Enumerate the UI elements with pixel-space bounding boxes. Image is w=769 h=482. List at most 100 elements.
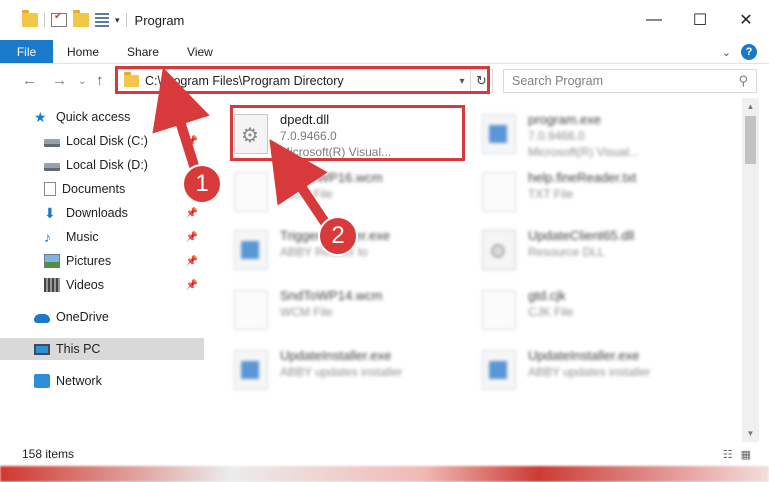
view-toggle: ☷ ▦: [723, 448, 751, 461]
sidebar-item-pictures[interactable]: Pictures 📌: [0, 250, 204, 272]
scroll-up-icon[interactable]: ▲: [742, 98, 759, 115]
forward-arrow-icon[interactable]: →: [52, 72, 67, 89]
sidebar-item-music[interactable]: ♪ Music 📌: [0, 226, 204, 248]
sidebar-item-label: Local Disk (C:): [66, 134, 148, 148]
up-arrow-icon[interactable]: ↑: [96, 72, 104, 89]
file-description: ABBY updates installer: [528, 365, 651, 379]
file-item[interactable]: UpdateInstaller.exe ABBY updates install…: [482, 342, 722, 398]
file-item[interactable]: SndToWP16.wcm WCM File: [234, 164, 474, 220]
step-callout-2: 2: [318, 216, 358, 256]
recent-locations-chevron-icon[interactable]: ⌄: [78, 76, 86, 87]
sidebar-item-this-pc[interactable]: This PC: [0, 338, 204, 360]
file-item[interactable]: UpdateClient65.dll Resource DLL: [482, 222, 722, 278]
large-icons-view-icon[interactable]: ▦: [741, 448, 751, 461]
file-type: TXT File: [528, 187, 574, 201]
tab-file[interactable]: File: [0, 40, 53, 63]
ribbon-right-controls: ⌄ ?: [722, 44, 757, 60]
new-folder-icon[interactable]: [73, 10, 89, 27]
customize-toolbar-chevron-icon[interactable]: ▾: [115, 15, 120, 26]
sidebar-item-label: Downloads: [66, 206, 128, 220]
pin-icon[interactable]: 📌: [186, 280, 198, 291]
file-name: gtd.cjk: [528, 288, 566, 303]
file-description: Microsoft(R) Visual...: [528, 145, 640, 159]
navigation-pane: ★ Quick access Local Disk (C:) 📌 Local D…: [0, 104, 210, 440]
file-name: SndToWP16.wcm: [280, 170, 383, 185]
sidebar-item-documents[interactable]: Documents: [0, 178, 204, 200]
sidebar-item-onedrive[interactable]: OneDrive: [0, 306, 204, 328]
search-icon[interactable]: ⚲: [738, 73, 748, 89]
maximize-button[interactable]: ☐: [677, 0, 723, 40]
tab-share[interactable]: Share: [113, 40, 173, 63]
file-version: 7.0.9466.0: [528, 129, 585, 143]
back-arrow-icon[interactable]: ←: [22, 72, 37, 89]
sidebar-item-quick-access[interactable]: ★ Quick access: [0, 106, 204, 128]
sidebar-item-label: Quick access: [56, 110, 131, 124]
close-button[interactable]: ✕: [723, 0, 769, 40]
pin-icon[interactable]: 📌: [186, 232, 198, 243]
scrollbar-thumb[interactable]: [745, 116, 756, 164]
pictures-icon: [44, 254, 60, 268]
downloads-icon: ⬇: [44, 205, 56, 221]
pin-icon[interactable]: 📌: [186, 136, 198, 147]
vertical-scrollbar[interactable]: ▲ ▼: [742, 98, 759, 442]
separator: [125, 13, 127, 27]
exe-file-icon: [482, 114, 516, 154]
file-name: program.exe: [528, 112, 601, 127]
quick-access-toolbar: ▾: [0, 0, 127, 40]
status-bar: 158 items ☷ ▦: [0, 442, 769, 466]
sidebar-item-label: Pictures: [66, 254, 112, 268]
ribbon-tabs: File Home Share View ⌄ ?: [0, 40, 769, 64]
window-controls: — ☐ ✕: [631, 0, 769, 40]
expand-ribbon-chevron-icon[interactable]: ⌄: [722, 46, 731, 59]
document-file-icon: [234, 172, 268, 212]
file-name: UpdateInstaller.exe: [280, 348, 392, 363]
file-name: UpdateClient65.dll: [528, 228, 635, 243]
file-description: ABBY updates installer: [280, 365, 403, 379]
search-placeholder: Search Program: [512, 74, 604, 88]
sidebar-item-label: Music: [66, 230, 99, 244]
file-name: UpdateInstaller.exe: [528, 348, 640, 363]
step-callout-1: 1: [182, 164, 222, 204]
file-item[interactable]: help.fineReader.txt TXT File: [482, 164, 722, 220]
help-icon[interactable]: ?: [741, 44, 757, 60]
item-count: 158 items: [22, 447, 75, 461]
dll-file-highlight: [230, 105, 465, 161]
file-item[interactable]: program.exe 7.0.9466.0 Microsoft(R) Visu…: [482, 106, 722, 162]
separator: [44, 13, 45, 27]
sidebar-item-label: Documents: [62, 182, 126, 196]
disk-icon: [44, 162, 60, 171]
tab-home[interactable]: Home: [53, 40, 113, 63]
file-item[interactable]: UpdateInstaller.exe ABBY updates install…: [234, 342, 474, 398]
address-bar-highlight: [115, 66, 490, 94]
pin-icon[interactable]: 📌: [186, 208, 198, 219]
pin-icon[interactable]: 📌: [186, 256, 198, 267]
properties-icon[interactable]: [51, 11, 67, 27]
star-icon: ★: [34, 109, 47, 125]
exe-file-icon: [234, 350, 268, 390]
sidebar-item-label: Network: [56, 374, 102, 388]
sidebar-item-label: OneDrive: [56, 310, 109, 324]
file-item[interactable]: gtd.cjk CJK File: [482, 282, 722, 338]
title-bar: ▾ Program — ☐ ✕: [0, 0, 769, 40]
sidebar-item-local-disk-c[interactable]: Local Disk (C:) 📌: [0, 130, 204, 152]
this-pc-icon: [34, 343, 50, 355]
view-list-icon[interactable]: [95, 13, 109, 27]
minimize-button[interactable]: —: [631, 0, 677, 40]
sidebar-item-local-disk-d[interactable]: Local Disk (D:): [0, 154, 204, 176]
search-input[interactable]: Search Program ⚲: [503, 69, 757, 93]
details-view-icon[interactable]: ☷: [723, 448, 733, 461]
sidebar-item-label: This PC: [56, 342, 101, 356]
file-type: WCM File: [280, 187, 333, 201]
scroll-down-icon[interactable]: ▼: [742, 425, 759, 442]
folder-icon[interactable]: [22, 10, 38, 27]
exe-file-icon: [234, 230, 268, 270]
sidebar-item-downloads[interactable]: ⬇ Downloads 📌: [0, 202, 204, 224]
file-name: SndToWP14.wcm: [280, 288, 383, 303]
file-item[interactable]: SndToWP14.wcm WCM File: [234, 282, 474, 338]
sidebar-item-videos[interactable]: Videos 📌: [0, 274, 204, 296]
sidebar-item-label: Local Disk (D:): [66, 158, 148, 172]
sidebar-item-network[interactable]: Network: [0, 370, 204, 392]
onedrive-icon: [34, 314, 50, 323]
tab-view[interactable]: View: [173, 40, 227, 63]
file-type: WCM File: [280, 305, 333, 319]
